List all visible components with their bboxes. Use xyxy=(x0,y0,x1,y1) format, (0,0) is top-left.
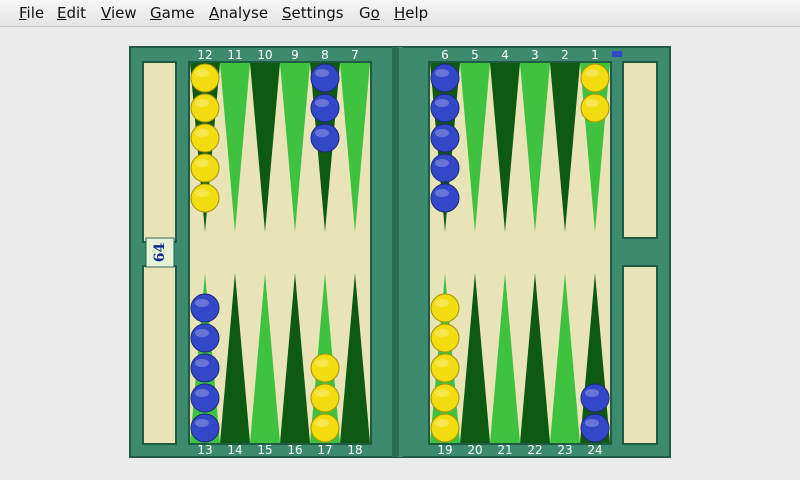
checker-highlight xyxy=(195,299,209,307)
point-label: 8 xyxy=(321,48,329,62)
checker-highlight xyxy=(585,99,599,107)
turn-indicator xyxy=(612,51,622,57)
point-label: 2 xyxy=(561,48,569,62)
checker-yellow[interactable] xyxy=(310,413,340,443)
checker-highlight xyxy=(435,329,449,337)
checker-blue[interactable] xyxy=(190,353,220,383)
checker-yellow[interactable] xyxy=(430,413,460,443)
checker-yellow[interactable] xyxy=(190,123,220,153)
point-label: 9 xyxy=(291,48,299,62)
point-label: 16 xyxy=(287,443,302,457)
center-bar-edge xyxy=(399,47,403,457)
checker-blue[interactable] xyxy=(310,63,340,93)
checker-blue[interactable] xyxy=(190,293,220,323)
checker-yellow[interactable] xyxy=(310,353,340,383)
checker-blue[interactable] xyxy=(190,413,220,443)
point-label: 23 xyxy=(557,443,572,457)
checker-blue[interactable] xyxy=(430,153,460,183)
left-tray-bottom xyxy=(142,265,177,445)
checker-blue[interactable] xyxy=(580,383,610,413)
doubling-cube-value: 64 xyxy=(152,243,168,263)
checker-highlight xyxy=(315,419,329,427)
checker-blue[interactable] xyxy=(430,63,460,93)
point-label: 20 xyxy=(467,443,482,457)
left-tray-top xyxy=(142,61,177,243)
point-label: 11 xyxy=(227,48,242,62)
checker-yellow[interactable] xyxy=(580,63,610,93)
backgammon-board: 12 11 10 9 8 7 6 5 4 3 2 113 14 15 16 17 18 19 20 21 22 23 246… xyxy=(129,46,671,458)
right-playing-area xyxy=(428,61,612,445)
checker-highlight xyxy=(195,159,209,167)
checker-blue[interactable] xyxy=(310,123,340,153)
checker-blue[interactable] xyxy=(190,383,220,413)
checker-highlight xyxy=(435,159,449,167)
point-label: 6 xyxy=(441,48,449,62)
checker-yellow[interactable] xyxy=(190,63,220,93)
checker-highlight xyxy=(435,299,449,307)
checker-highlight xyxy=(195,69,209,77)
checker-blue[interactable] xyxy=(430,123,460,153)
checker-yellow[interactable] xyxy=(190,93,220,123)
point-label: 10 xyxy=(257,48,272,62)
point-label: 18 xyxy=(347,443,362,457)
checker-highlight xyxy=(315,129,329,137)
checker-highlight xyxy=(195,99,209,107)
point-label: 19 xyxy=(437,443,452,457)
checker-highlight xyxy=(315,69,329,77)
point-label: 14 xyxy=(227,443,242,457)
checker-yellow[interactable] xyxy=(430,323,460,353)
checker-highlight xyxy=(315,99,329,107)
point-label: 4 xyxy=(501,48,509,62)
checker-highlight xyxy=(195,389,209,397)
checker-highlight xyxy=(195,189,209,197)
bearoff-tray-top xyxy=(622,61,658,239)
checker-blue[interactable] xyxy=(580,413,610,443)
point-label: 5 xyxy=(471,48,479,62)
checker-highlight xyxy=(435,99,449,107)
checker-highlight xyxy=(435,359,449,367)
checker-highlight xyxy=(315,359,329,367)
checker-yellow[interactable] xyxy=(190,153,220,183)
checker-highlight xyxy=(195,129,209,137)
checker-yellow[interactable] xyxy=(430,383,460,413)
left-playing-area xyxy=(188,61,372,445)
point-label: 13 xyxy=(197,443,212,457)
point-label: 7 xyxy=(351,48,359,62)
point-label: 24 xyxy=(587,443,602,457)
point-label: 22 xyxy=(527,443,542,457)
checker-highlight xyxy=(435,389,449,397)
point-label: 12 xyxy=(197,48,212,62)
bearoff-tray-bottom xyxy=(622,265,658,445)
checker-highlight xyxy=(195,359,209,367)
checker-blue[interactable] xyxy=(430,183,460,213)
checker-highlight xyxy=(435,69,449,77)
point-label: 1 xyxy=(591,48,599,62)
point-label: 17 xyxy=(317,443,332,457)
point-label: 21 xyxy=(497,443,512,457)
checker-highlight xyxy=(315,389,329,397)
point-label: 3 xyxy=(531,48,539,62)
checker-blue[interactable] xyxy=(310,93,340,123)
checker-yellow[interactable] xyxy=(430,353,460,383)
checker-yellow[interactable] xyxy=(430,293,460,323)
checker-highlight xyxy=(195,419,209,427)
point-label: 15 xyxy=(257,443,272,457)
checker-highlight xyxy=(435,189,449,197)
checker-yellow[interactable] xyxy=(310,383,340,413)
checker-highlight xyxy=(585,389,599,397)
checker-yellow[interactable] xyxy=(190,183,220,213)
checker-highlight xyxy=(435,419,449,427)
checker-highlight xyxy=(435,129,449,137)
checker-blue[interactable] xyxy=(430,93,460,123)
checker-yellow[interactable] xyxy=(580,93,610,123)
checker-highlight xyxy=(585,419,599,427)
checker-highlight xyxy=(195,329,209,337)
checker-highlight xyxy=(585,69,599,77)
checker-blue[interactable] xyxy=(190,323,220,353)
